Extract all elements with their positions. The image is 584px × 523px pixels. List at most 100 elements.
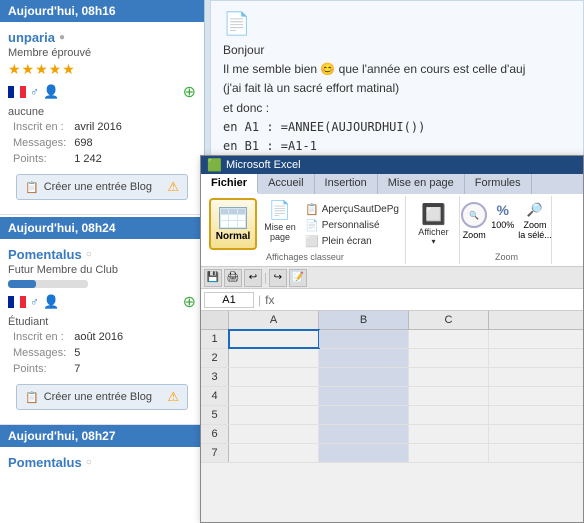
cell-b7[interactable]	[319, 444, 409, 462]
toolbar-format-icon[interactable]: 📝	[289, 269, 307, 287]
zoom-sel-icon: 🔎	[527, 202, 543, 218]
cell-a3[interactable]	[229, 368, 319, 386]
toolbar-bar: 💾 🖨 ↩ | ↪ 📝	[201, 267, 583, 289]
user2-name[interactable]: Pomentalus	[8, 247, 82, 262]
user1-messages-value: 698	[71, 136, 125, 150]
excel-title: Microsoft Excel	[226, 159, 301, 171]
warn-icon-2: ⚠	[167, 389, 179, 405]
message-panel: 📄 Bonjour Il me semble bien 😊 que l'anné…	[210, 0, 584, 170]
cell-a6[interactable]	[229, 425, 319, 443]
cell-b6[interactable]	[319, 425, 409, 443]
personnalise-label: Personnalisé	[322, 220, 380, 231]
excel-tabs[interactable]: Fichier Accueil Insertion Mise en page F…	[201, 174, 583, 194]
user1-points-label: Points:	[10, 152, 69, 166]
user3-name[interactable]: Pomentalus	[8, 455, 82, 470]
tab-accueil[interactable]: Accueil	[258, 174, 314, 194]
forum-header-1: Aujourd'hui, 08h16	[0, 0, 204, 22]
cell-c2[interactable]	[409, 349, 489, 367]
toolbar-save-icon[interactable]: 💾	[204, 269, 222, 287]
user1-name[interactable]: unparia	[8, 30, 55, 45]
user2-points-label: Points:	[10, 362, 69, 376]
cell-c1[interactable]	[409, 330, 489, 348]
blog-icon: 📋	[25, 181, 39, 194]
blog-btn-2-label: Créer une entrée Blog	[44, 391, 152, 403]
user1-inscrit-label: Inscrit en :	[10, 120, 69, 134]
toolbar-redo-icon[interactable]: ↪	[269, 269, 287, 287]
row-num-1: 1	[201, 330, 229, 348]
afficher-chevron: ▾	[431, 237, 435, 246]
plein-ecran-icon: ⬜	[305, 235, 319, 248]
cell-b5[interactable]	[319, 406, 409, 424]
zoom-circle-btn[interactable]: 🔍 Zoom	[461, 202, 487, 240]
zoom-100-btn[interactable]: % 100%	[491, 202, 514, 230]
cell-b1[interactable]	[319, 330, 409, 348]
cell-c7[interactable]	[409, 444, 489, 462]
forum-header-2: Aujourd'hui, 08h24	[0, 217, 204, 239]
user2-etudiant: Étudiant	[8, 316, 196, 328]
personnalise-btn[interactable]: 📄 Personnalisé	[303, 218, 401, 233]
normal-button[interactable]: Normal	[209, 198, 257, 250]
cell-b2[interactable]	[319, 349, 409, 367]
cell-c3[interactable]	[409, 368, 489, 386]
cell-b3[interactable]	[319, 368, 409, 386]
cell-c6[interactable]	[409, 425, 489, 443]
row-num-6: 6	[201, 425, 229, 443]
row-num-3: 3	[201, 368, 229, 386]
tab-fichier[interactable]: Fichier	[201, 174, 258, 194]
msg-greeting: Bonjour	[223, 41, 571, 60]
plein-ecran-label: Plein écran	[322, 236, 372, 247]
gender-icon-2: ♂	[30, 295, 39, 309]
row-num-4: 4	[201, 387, 229, 405]
afficher-button[interactable]: 🔲 Afficher ▾	[415, 202, 451, 246]
plein-ecran-btn[interactable]: ⬜ Plein écran	[303, 234, 401, 249]
user2-inscrit-label: Inscrit en :	[10, 330, 69, 344]
add-friend-icon-2[interactable]: ⊕	[183, 292, 196, 312]
user1-online: ●	[59, 32, 65, 43]
toolbar-undo-icon[interactable]: ↩	[244, 269, 262, 287]
zoom-sel-label: Zoom la sélé...	[518, 220, 552, 240]
grid-row-4: 4	[201, 387, 583, 406]
cell-c5[interactable]	[409, 406, 489, 424]
grid-row-2: 2	[201, 349, 583, 368]
cell-a2[interactable]	[229, 349, 319, 367]
apercu-icon: 📋	[305, 203, 319, 216]
tab-formules[interactable]: Formules	[465, 174, 532, 194]
blog-btn-1[interactable]: 📋 Créer une entrée Blog ⚠	[16, 174, 188, 200]
apercu-btn[interactable]: 📋 AperçuSautDePg	[303, 202, 401, 217]
mise-en-page-label: Mise en page	[264, 222, 296, 242]
formula-input[interactable]	[278, 294, 580, 306]
cell-a1[interactable]	[229, 330, 319, 348]
tab-insertion[interactable]: Insertion	[315, 174, 378, 194]
toolbar-print-icon[interactable]: 🖨	[224, 269, 242, 287]
mise-en-page-button[interactable]: 📄 Mise en page	[260, 200, 300, 242]
cell-a5[interactable]	[229, 406, 319, 424]
zoom-sel-btn[interactable]: 🔎 Zoom la sélé...	[518, 202, 552, 240]
afficher-label: Afficher	[418, 227, 448, 237]
msg-line2: (j'ai fait là un sacré effort matinal)	[223, 79, 571, 98]
doc-icon: 📄	[223, 11, 571, 37]
col-header-a: A	[229, 311, 319, 329]
toolbar-sep: |	[264, 272, 267, 284]
grid-row-5: 5	[201, 406, 583, 425]
cell-c4[interactable]	[409, 387, 489, 405]
cell-b4[interactable]	[319, 387, 409, 405]
cell-a7[interactable]	[229, 444, 319, 462]
msg-line4: en A1 : =ANNEE(AUJOURDHUI())	[223, 118, 571, 137]
user2-online: ○	[86, 249, 92, 260]
normal-btn-inner[interactable]: Normal	[209, 198, 257, 250]
user2-progress-bar	[8, 280, 88, 288]
user1-stars: ★★★★★	[8, 61, 196, 78]
cell-a4[interactable]	[229, 387, 319, 405]
blog-btn-2[interactable]: 📋 Créer une entrée Blog ⚠	[16, 384, 188, 410]
user2-meta: Étudiant Inscrit en : août 2016 Messages…	[8, 316, 196, 378]
cell-reference-input[interactable]	[204, 292, 254, 308]
formula-bar: | fx	[201, 289, 583, 311]
blog-btn-1-label: Créer une entrée Blog	[44, 181, 152, 193]
formula-bar-sep: |	[258, 293, 261, 307]
msg-line3: et donc :	[223, 99, 571, 118]
normal-label: Normal	[216, 231, 250, 242]
tab-mise-en-page[interactable]: Mise en page	[378, 174, 465, 194]
forum-header-3: Aujourd'hui, 08h27	[0, 425, 204, 447]
zoom-group-label: Zoom	[495, 250, 518, 262]
add-friend-icon[interactable]: ⊕	[183, 82, 196, 102]
